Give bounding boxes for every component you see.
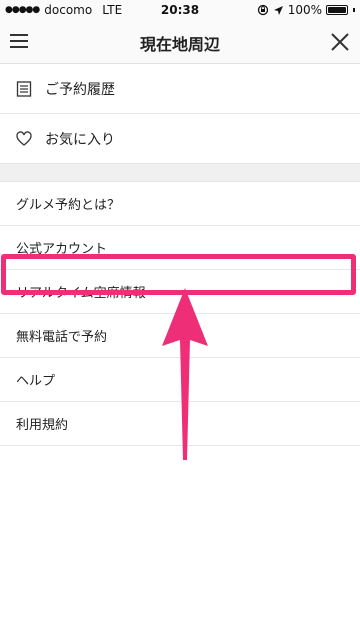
battery-fill xyxy=(328,7,346,13)
location-icon xyxy=(273,5,283,15)
battery-percent: 100% xyxy=(287,3,322,17)
menu-item-about[interactable]: グルメ予約とは？ xyxy=(0,182,360,226)
menu-item-label: お気に入り xyxy=(45,131,115,148)
heart-icon xyxy=(16,130,32,146)
menu-item-reservation-history[interactable]: ご予約履歴 xyxy=(0,64,360,114)
status-bar: ●●●●● docomo LTE 20:38 100% xyxy=(0,0,360,20)
menu-item-favorites[interactable]: お気に入り xyxy=(0,114,360,164)
close-icon[interactable] xyxy=(328,30,352,54)
menu-item-label: ご予約履歴 xyxy=(45,81,115,98)
status-right: 100% xyxy=(257,3,355,17)
battery-tip xyxy=(353,8,355,12)
menu-item-official-account[interactable]: 公式アカウント xyxy=(0,226,360,270)
section-divider xyxy=(0,164,360,182)
nav-bar: 現在地周辺 xyxy=(0,20,360,64)
battery-icon xyxy=(326,5,348,15)
up-arrow-icon xyxy=(162,288,208,460)
page-title: 現在地周辺 xyxy=(139,35,220,54)
orientation-lock-icon xyxy=(257,4,268,16)
list-icon xyxy=(16,80,32,97)
